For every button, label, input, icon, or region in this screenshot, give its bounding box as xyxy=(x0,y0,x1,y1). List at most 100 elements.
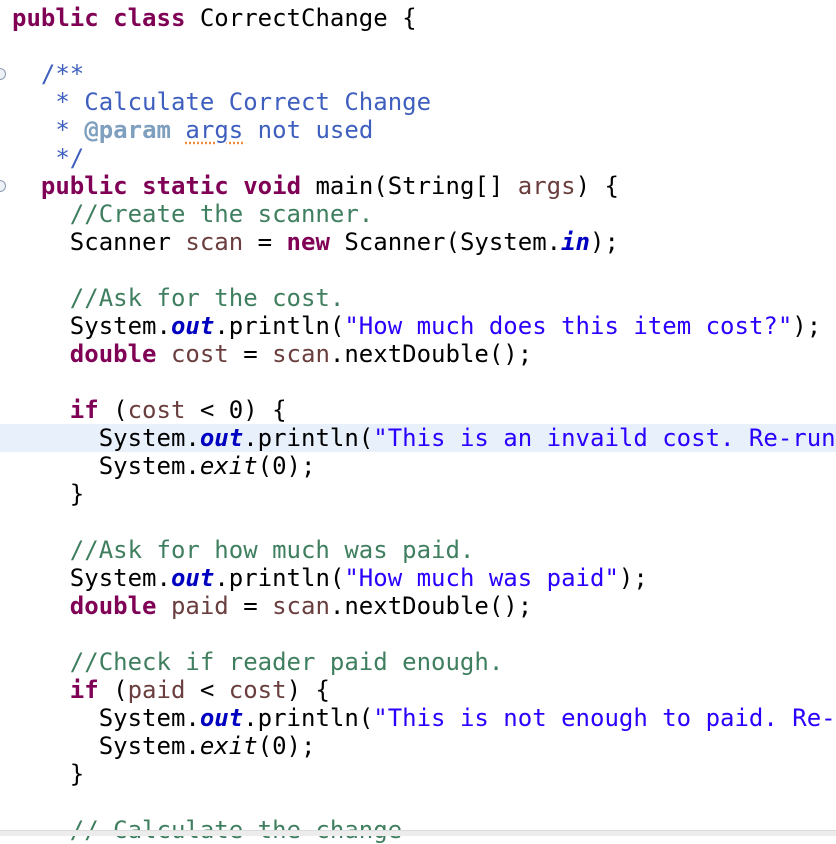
static-method: exit xyxy=(199,452,258,480)
fold-toggle-icon[interactable] xyxy=(0,68,6,80)
code-line[interactable] xyxy=(0,368,836,396)
code-text: < 0) { xyxy=(185,396,287,424)
keyword: void xyxy=(243,172,302,200)
javadoc-text xyxy=(171,116,185,144)
code-line[interactable]: System.out.println("This is not enough t… xyxy=(0,704,836,732)
code-line[interactable]: public class CorrectChange { xyxy=(0,4,836,32)
code-line[interactable] xyxy=(0,508,836,536)
variable: paid xyxy=(170,592,229,620)
code-line[interactable]: if (cost < 0) { xyxy=(0,396,836,424)
code-line[interactable]: double paid = scan.nextDouble(); xyxy=(0,592,836,620)
javadoc-tag: @param xyxy=(84,116,171,144)
code-line[interactable]: System.out.println("How much was paid"); xyxy=(0,564,836,592)
code-line[interactable]: */ xyxy=(0,144,836,172)
code-text: System. xyxy=(12,704,200,732)
keyword: public xyxy=(40,172,128,200)
code-text: .nextDouble(); xyxy=(329,592,533,620)
code-line[interactable]: double cost = scan.nextDouble(); xyxy=(0,340,836,368)
code-line[interactable]: public static void main(String[] args) { xyxy=(0,172,836,200)
code-line[interactable]: //Ask for the cost. xyxy=(0,284,836,312)
code-text: Scanner(System. xyxy=(329,228,562,256)
static-field: out xyxy=(170,564,215,592)
string-literal: "How much does this item cost?" xyxy=(344,312,793,340)
code-line[interactable]: System.exit(0); xyxy=(0,452,836,480)
code-line[interactable] xyxy=(0,788,836,816)
code-line[interactable] xyxy=(0,32,836,60)
static-field: out xyxy=(170,312,215,340)
string-literal: "How much was paid" xyxy=(344,564,619,592)
code-text: } xyxy=(12,480,85,508)
code-text: ) { xyxy=(575,172,619,200)
javadoc-text: * Calculate Correct Change xyxy=(55,88,432,116)
code-line[interactable] xyxy=(0,256,836,284)
javadoc-text: */ xyxy=(55,144,85,172)
code-text: = xyxy=(228,340,273,368)
code-text: ); xyxy=(590,228,619,256)
static-field: out xyxy=(199,424,244,452)
static-field: out xyxy=(199,704,244,732)
code-line[interactable]: System.out.println("How much does this i… xyxy=(0,312,836,340)
code-text: CorrectChange { xyxy=(185,4,417,32)
javadoc-text: /** xyxy=(40,60,85,88)
code-line[interactable]: * @param args not used xyxy=(0,116,836,144)
code-editor[interactable]: public class CorrectChange { /** * Calcu… xyxy=(0,4,836,844)
code-text: .println( xyxy=(214,312,345,340)
code-line[interactable] xyxy=(0,620,836,648)
code-text: (0); xyxy=(257,732,316,760)
code-line[interactable]: //Check if reader paid enough. xyxy=(0,648,836,676)
horizontal-scrollbar[interactable] xyxy=(0,830,836,836)
code-text: System. xyxy=(12,312,171,340)
comment: //Check if reader paid enough. xyxy=(69,648,504,676)
keyword: if xyxy=(69,676,99,704)
variable: cost xyxy=(228,676,287,704)
keyword: double xyxy=(69,592,157,620)
keyword: if xyxy=(69,396,99,424)
code-line[interactable]: } xyxy=(0,760,836,788)
code-line[interactable]: System.exit(0); xyxy=(0,732,836,760)
keyword: new xyxy=(286,228,330,256)
code-line[interactable]: * Calculate Correct Change xyxy=(0,88,836,116)
javadoc-text: not used xyxy=(243,116,374,144)
string-literal: "This is an invaild cost. Re-run xyxy=(373,424,836,452)
code-line[interactable]: } xyxy=(0,480,836,508)
code-text: System. xyxy=(12,424,200,452)
code-text: System. xyxy=(12,564,171,592)
code-text: ); xyxy=(618,564,648,592)
variable: scan xyxy=(272,340,330,368)
code-text: ( xyxy=(98,396,128,424)
code-text: = xyxy=(228,592,273,620)
current-code-line[interactable]: System.out.println("This is an invaild c… xyxy=(0,424,836,452)
comment: //Ask for how much was paid. xyxy=(69,536,475,564)
static-field: in xyxy=(561,228,590,256)
code-text: Scanner xyxy=(12,228,186,256)
code-line[interactable]: if (paid < cost) { xyxy=(0,676,836,704)
code-line[interactable]: //Ask for how much was paid. xyxy=(0,536,836,564)
code-text: < xyxy=(185,676,229,704)
code-text: .println( xyxy=(243,424,374,452)
code-line[interactable]: /** xyxy=(0,60,836,88)
variable: paid xyxy=(127,676,186,704)
variable: args xyxy=(517,172,576,200)
code-line[interactable]: Scanner scan = new Scanner(System.in); xyxy=(0,228,836,256)
code-text: System. xyxy=(12,452,200,480)
string-literal: "This is not enough to paid. Re- xyxy=(373,704,836,732)
comment: //Create the scanner. xyxy=(69,200,374,228)
code-line[interactable]: //Create the scanner. xyxy=(0,200,836,228)
code-text: .nextDouble(); xyxy=(329,340,533,368)
code-text: ) { xyxy=(286,676,330,704)
fold-toggle-icon[interactable] xyxy=(0,180,6,192)
code-text: .println( xyxy=(243,704,374,732)
